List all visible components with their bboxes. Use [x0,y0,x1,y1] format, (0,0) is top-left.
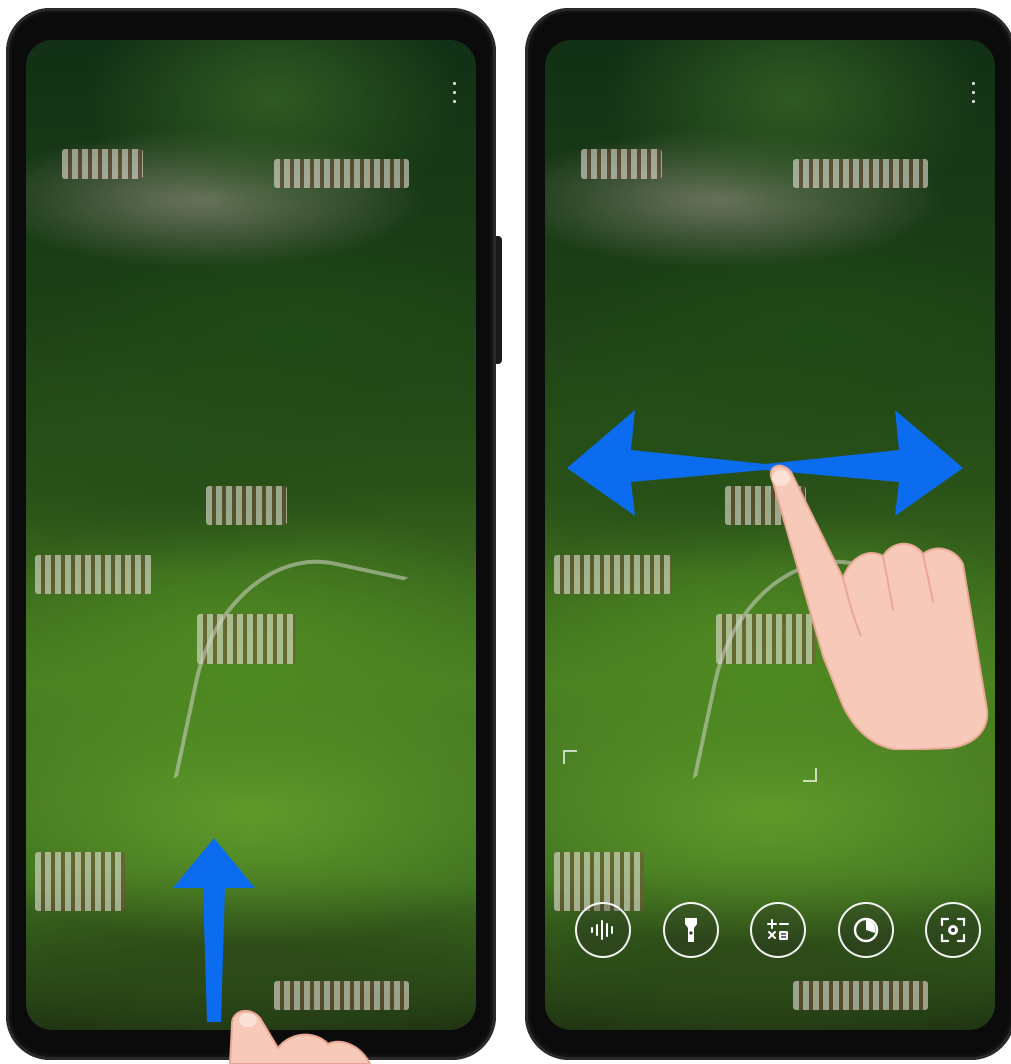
timer-button[interactable] [837,902,894,958]
flashlight-icon [684,918,697,942]
village-patch [554,554,671,595]
voice-waveform-button[interactable] [575,902,631,958]
village-patch [792,158,928,189]
focus-corner [803,768,817,782]
village-patch [273,158,409,189]
side-button [496,236,502,364]
voice-waveform-icon [591,920,613,940]
phone-left [6,8,502,1064]
scan-camera-button[interactable] [925,902,981,958]
scan-camera-icon [940,917,966,943]
calculator-icon [767,919,789,940]
village-patch [581,148,662,179]
village-patch [62,148,143,179]
shortcut-toolbar [575,902,981,958]
timer-icon [853,917,878,943]
swipe-up-arrow-icon [173,838,255,1022]
village-patch [35,851,125,912]
village-patch [792,980,928,1011]
village-patch [35,554,152,595]
village-patch [206,485,287,526]
hand-pointer-icon [228,1009,372,1064]
calculator-button[interactable] [750,902,806,958]
more-vertical-icon[interactable] [972,82,975,103]
flashlight-button[interactable] [662,902,719,958]
hand-pointer-icon [770,464,989,750]
phone-right [525,8,1011,1060]
winding-road [173,537,409,818]
more-vertical-icon[interactable] [453,82,456,103]
focus-corner [563,750,577,764]
